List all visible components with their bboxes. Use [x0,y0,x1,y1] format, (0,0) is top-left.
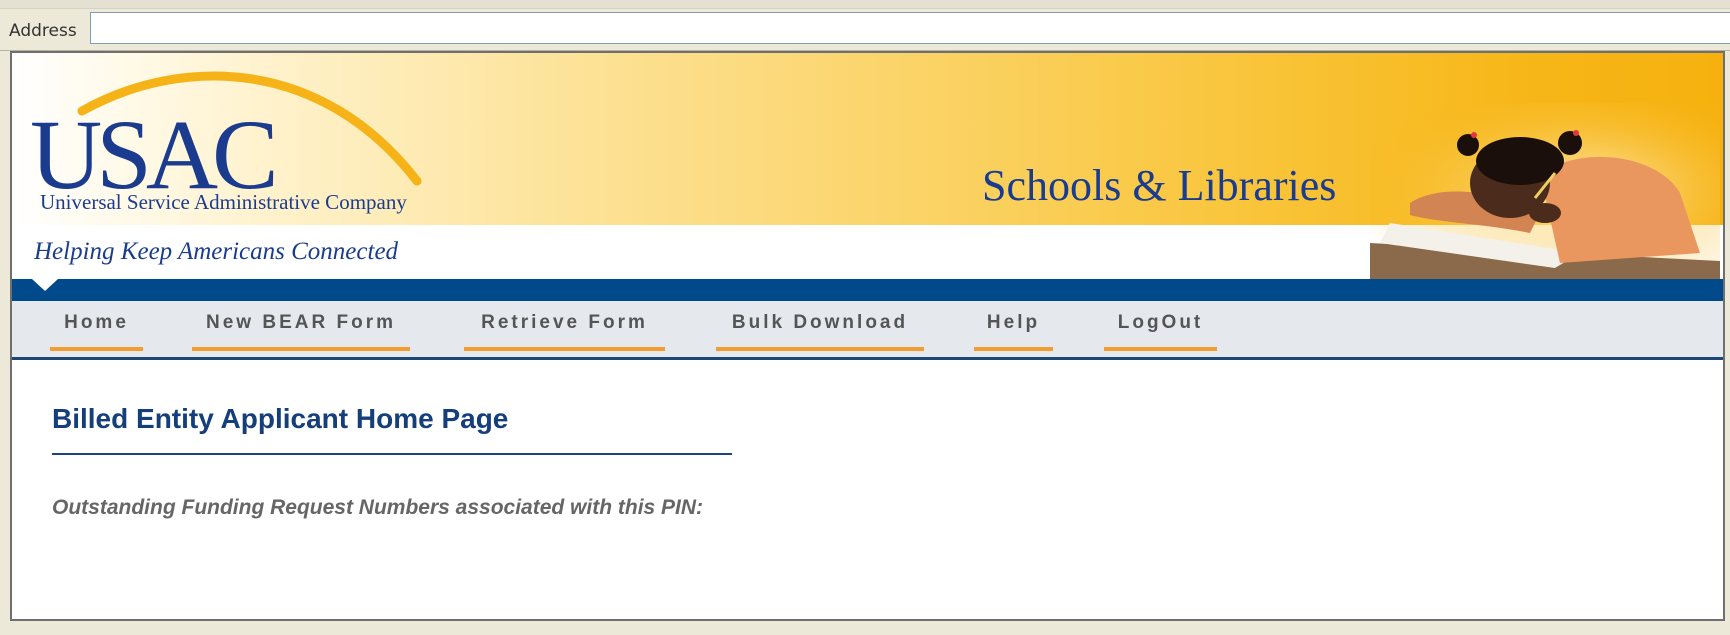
nav-new-bear-form[interactable]: New BEAR Form [192,301,410,351]
funding-request-label: Outstanding Funding Request Numbers asso… [52,496,704,519]
nav-retrieve-form[interactable]: Retrieve Form [464,301,665,351]
browser-address-bar: Address [0,0,1730,51]
browser-toolbar-edge [0,0,1730,9]
address-input[interactable] [90,12,1730,44]
nav-bulk-download[interactable]: Bulk Download [716,301,924,351]
nav-help[interactable]: Help [974,301,1053,351]
section-title: Schools & Libraries [982,161,1337,210]
nav-top-bar [12,279,1723,301]
address-label: Address [9,21,77,41]
nav-home[interactable]: Home [50,301,143,351]
page-frame: USAC Universal Service Administrative Co… [10,51,1725,621]
site-tagline: Helping Keep Americans Connected [34,238,399,265]
title-divider [52,453,732,455]
page-title: Billed Entity Applicant Home Page [52,403,509,434]
usac-logo-subtitle: Universal Service Administrative Company [40,190,407,214]
nav-notch [32,279,58,291]
main-nav: Home New BEAR Form Retrieve Form Bulk Do… [12,301,1723,360]
nav-logout[interactable]: LogOut [1104,301,1217,351]
student-photo [1370,103,1720,281]
